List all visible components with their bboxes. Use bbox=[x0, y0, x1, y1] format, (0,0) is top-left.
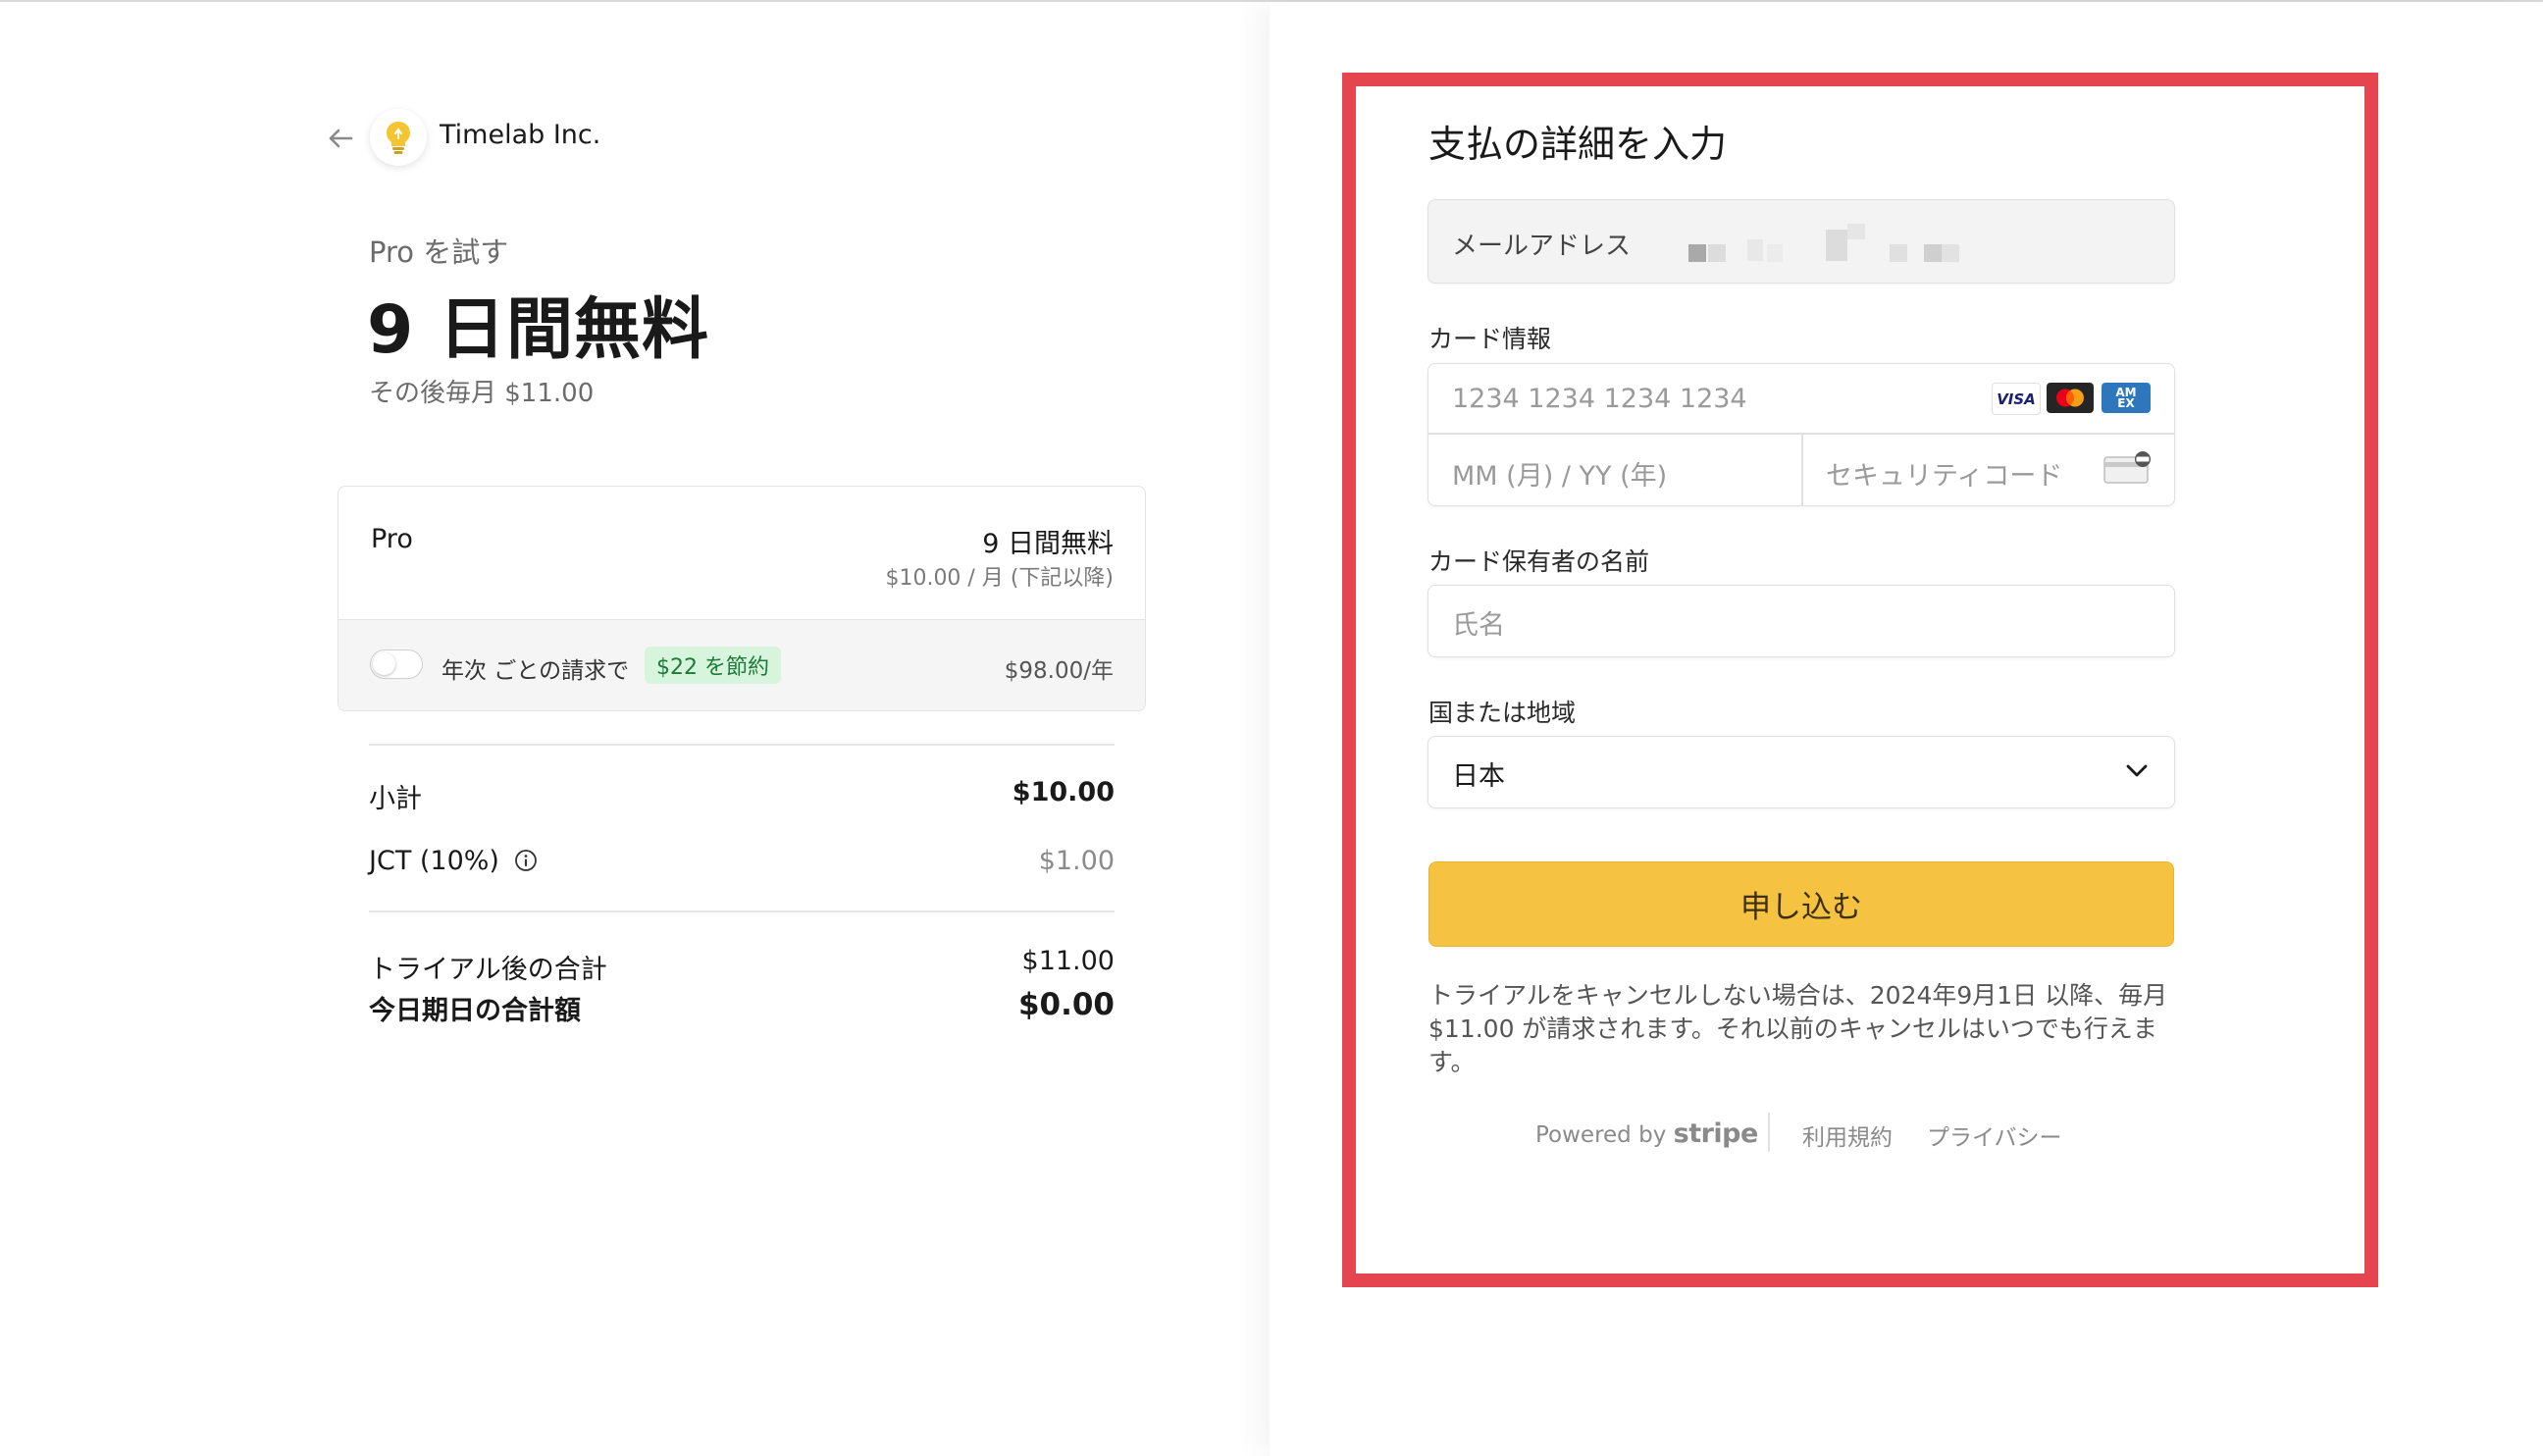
cardholder-label: カード保有者の名前 bbox=[1428, 547, 1650, 576]
tax-value: $1.00 bbox=[1038, 846, 1115, 876]
trial-then-price: その後毎月 $11.00 bbox=[369, 379, 595, 408]
divider bbox=[369, 910, 1115, 912]
country-value: 日本 bbox=[1452, 761, 1505, 792]
footer-divider bbox=[1768, 1113, 1770, 1152]
email-label: メールアドレス bbox=[1452, 232, 1632, 261]
company-name: Timelab Inc. bbox=[440, 120, 601, 150]
company-logo bbox=[370, 109, 427, 166]
powered-by-stripe[interactable]: Powered by stripe bbox=[1535, 1118, 1758, 1149]
plan-name: Pro bbox=[371, 524, 413, 554]
subtotal-value: $10.00 bbox=[1012, 777, 1115, 807]
amex-icon: AM EX bbox=[2102, 383, 2151, 413]
annual-billing-label: 年次 ごとの請求で bbox=[441, 658, 630, 684]
plan-price: $10.00 / 月 (下記以降) bbox=[885, 566, 1114, 591]
expiry-input[interactable]: MM (月) / YY (年) bbox=[1452, 454, 1667, 493]
card-info-group: 1234 1234 1234 1234 VISA AM EX MM (月) / … bbox=[1427, 363, 2175, 506]
plan-card: Pro 9 日間無料 $10.00 / 月 (下記以降) 年次 ごとの請求で $… bbox=[337, 486, 1146, 711]
toggle-knob bbox=[373, 652, 395, 675]
stripe-logo: stripe bbox=[1673, 1118, 1759, 1149]
country-label: 国または地域 bbox=[1428, 699, 1577, 727]
card-info-label: カード情報 bbox=[1428, 325, 1552, 353]
cardholder-input[interactable]: 氏名 bbox=[1427, 585, 2175, 657]
trial-title: 9 日間無料 bbox=[367, 291, 709, 369]
card-separator bbox=[1801, 433, 1803, 505]
savings-badge: $22 を節約 bbox=[645, 647, 781, 684]
lightbulb-icon bbox=[387, 122, 410, 154]
country-select[interactable]: 日本 bbox=[1427, 736, 2175, 808]
tax-label: JCT (10%) bbox=[369, 846, 499, 876]
card-number-input[interactable]: 1234 1234 1234 1234 bbox=[1452, 384, 1747, 414]
subtotal-label: 小計 bbox=[369, 784, 422, 814]
subscribe-button[interactable]: 申し込む bbox=[1428, 861, 2174, 947]
info-icon[interactable] bbox=[514, 849, 538, 872]
cardholder-placeholder: 氏名 bbox=[1452, 610, 1505, 641]
terms-link[interactable]: 利用規約 bbox=[1802, 1118, 1893, 1152]
email-field[interactable]: メールアドレス bbox=[1427, 199, 2175, 284]
plan-trial: 9 日間無料 bbox=[982, 529, 1114, 559]
today-total-value: $0.00 bbox=[1017, 987, 1115, 1022]
terms-text: トライアルをキャンセルしない場合は、2024年9月1日 以降、毎月 $11.00… bbox=[1428, 981, 2168, 1076]
after-trial-value: $11.00 bbox=[1021, 946, 1115, 976]
divider bbox=[369, 744, 1115, 746]
chevron-down-icon bbox=[2126, 764, 2148, 777]
privacy-link[interactable]: プライバシー bbox=[1927, 1118, 2062, 1152]
annual-price: $98.00/年 bbox=[1004, 658, 1114, 684]
payment-title: 支払の詳細を入力 bbox=[1428, 123, 1728, 166]
cvc-input[interactable]: セキュリティコード bbox=[1826, 454, 2062, 493]
back-arrow-icon[interactable] bbox=[324, 122, 357, 155]
visa-icon: VISA bbox=[1992, 383, 2041, 415]
annual-billing-row: 年次 ごとの請求で $22 を節約 $98.00/年 bbox=[338, 619, 1145, 710]
after-trial-label: トライアル後の合計 bbox=[369, 955, 607, 985]
mastercard-icon bbox=[2047, 383, 2094, 413]
annual-billing-toggle[interactable] bbox=[370, 650, 423, 679]
today-total-label: 今日期日の合計額 bbox=[369, 996, 581, 1026]
cvc-card-icon bbox=[2103, 451, 2151, 484]
trial-label: Pro を試す bbox=[369, 235, 509, 269]
tax-row: JCT (10%) bbox=[369, 846, 538, 876]
